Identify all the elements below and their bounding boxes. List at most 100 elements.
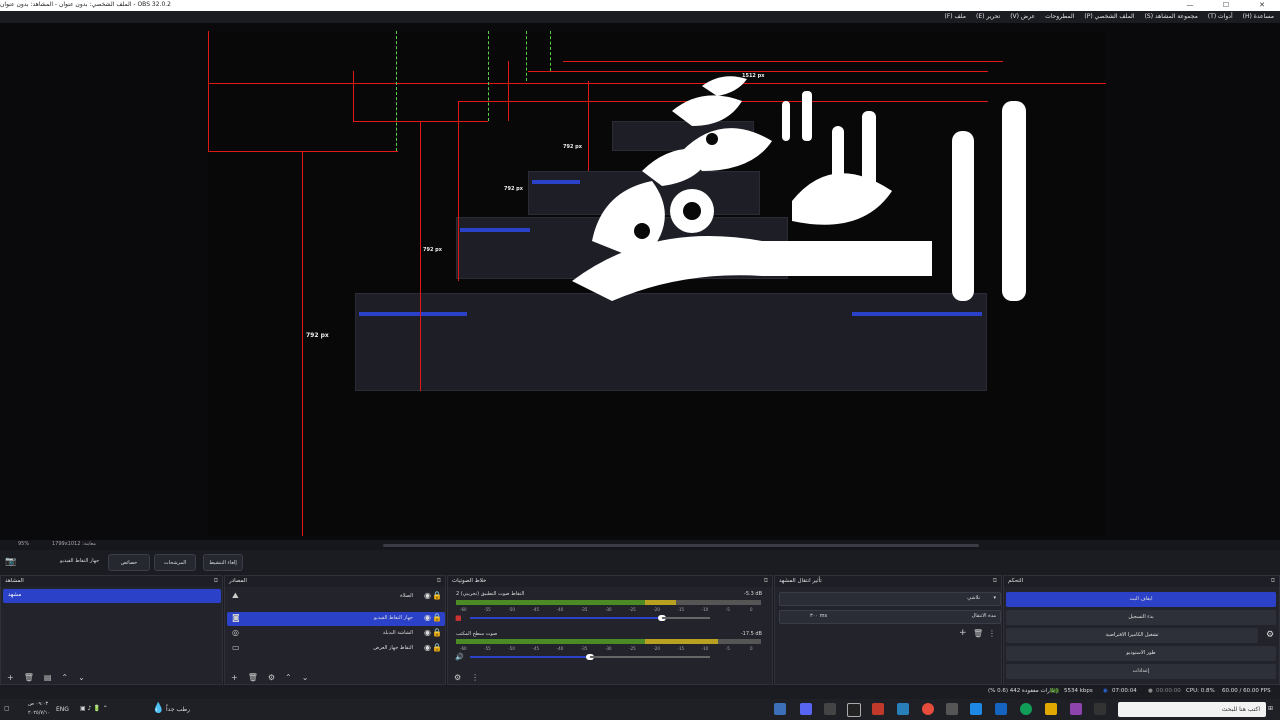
add-icon[interactable]: + [959, 628, 967, 638]
more-options-icon[interactable]: ⋮ [988, 629, 996, 638]
app-icon[interactable] [970, 703, 982, 715]
visibility-eye-icon[interactable]: ◉ [424, 628, 431, 637]
menu-scene-collection[interactable]: مجموعة المشاهد (S) [1145, 13, 1198, 20]
visibility-eye-icon[interactable]: ◉ [424, 613, 431, 622]
preview-resolution: 1799x1012 :معاينة [52, 541, 96, 547]
menu-file[interactable]: ملف (F) [945, 13, 966, 20]
app-icon[interactable] [872, 703, 884, 715]
menu-tools[interactable]: أدوات (T) [1208, 13, 1233, 20]
add-icon[interactable]: + [231, 673, 238, 682]
properties-button[interactable]: خصائص [108, 554, 150, 571]
gear-icon[interactable]: ⚙ [268, 673, 275, 682]
scene-item[interactable]: مشهد [3, 589, 221, 603]
meter-yellow-segment [645, 600, 676, 605]
tray-icons[interactable]: ▣ ♪ 🔋 ⌃ [80, 705, 108, 712]
dock-options-icon[interactable]: ⧉ [214, 577, 218, 585]
deactivate-button[interactable]: إلغاء التنشيط [203, 554, 243, 571]
obs-icon[interactable] [847, 703, 861, 717]
lock-icon[interactable]: 🔒 [432, 613, 442, 622]
muted-speaker-icon[interactable]: ■ [455, 614, 462, 622]
steam-icon[interactable] [774, 703, 786, 715]
chrome-icon[interactable] [922, 703, 934, 715]
move-down-icon[interactable]: ⌄ [78, 673, 85, 682]
filter-icon[interactable]: ▤ [44, 673, 52, 682]
preview-area[interactable]: 1512 px 792 px 792 px 792 px 792 px [0, 23, 1280, 540]
speaker-icon[interactable]: 🔊 [455, 653, 464, 661]
trash-icon[interactable]: 🗑 [973, 629, 983, 638]
zoom-level[interactable]: 95% [18, 541, 29, 547]
meter-tick-label: -60 [460, 646, 467, 651]
app-icon[interactable] [824, 703, 836, 715]
taskbar-search-input[interactable]: اكتب هنا للبحث [1118, 702, 1266, 717]
source-item[interactable]: ◎ الشاشة البديلة ◉ 🔒 [227, 627, 445, 641]
app-icon[interactable] [1070, 703, 1082, 715]
source-item[interactable]: ▭ التقاط جهاز العرض ◉ 🔒 [227, 642, 445, 656]
audio-mixer-dock: خلاط الصوتيات ⧉ التقاط صوت التطبيق (تجريب… [447, 575, 773, 685]
start-virtual-camera-button[interactable]: تشغيل الكاميرا الافتراضية [1006, 628, 1258, 643]
trash-icon[interactable]: 🗑 [248, 673, 258, 682]
transition-select[interactable]: تلاشي ▾ [779, 592, 1001, 606]
weather-icon: 💧 [152, 703, 165, 714]
gear-icon[interactable]: ⚙ [454, 673, 461, 682]
app-icon[interactable] [897, 703, 909, 715]
record-status-icon: ● [1148, 688, 1153, 694]
app-icon[interactable] [995, 703, 1007, 715]
dock-options-icon[interactable]: ⧉ [1271, 577, 1275, 585]
lock-icon[interactable]: 🔒 [432, 643, 442, 652]
source-item[interactable]: ⛰ الصلاة ◉ 🔒 [227, 590, 445, 604]
visibility-eye-icon[interactable]: ◉ [424, 643, 431, 652]
menu-bar: ملف (F) تحرير (E) عرض (V) المطروحات المل… [0, 11, 1280, 23]
language-indicator[interactable]: ENG [56, 706, 69, 713]
file-explorer-icon[interactable] [1045, 703, 1057, 715]
dock-options-icon[interactable]: ⧉ [437, 577, 441, 585]
menu-docks[interactable]: المطروحات [1045, 13, 1074, 20]
settings-button[interactable]: إعدادات [1006, 664, 1276, 679]
menu-help[interactable]: مساعدة (H) [1243, 13, 1274, 20]
start-recording-button[interactable]: بدء التسجيل [1006, 610, 1276, 625]
preview-horizontal-scrollbar[interactable] [383, 544, 979, 547]
filters-button[interactable]: المرشحات [154, 554, 196, 571]
windows-start-icon[interactable]: ⊞ [1268, 705, 1273, 712]
visibility-eye-icon[interactable]: ◉ [424, 591, 431, 600]
notification-icon[interactable]: ▢ [4, 705, 10, 712]
meter-ticks: -60 -55 -50 -45 -40 -35 -30 -25 -20 -15 -10 -5 0 [460, 646, 760, 652]
chevron-down-icon: ▾ [993, 595, 996, 601]
move-up-icon[interactable]: ⌃ [285, 673, 292, 682]
more-options-icon[interactable]: ⋮ [471, 673, 479, 682]
volume-slider[interactable] [470, 615, 710, 621]
maximize-button[interactable]: ☐ [1208, 0, 1244, 11]
minimize-button[interactable]: — [1172, 0, 1208, 11]
meter-tick-label: -15 [677, 607, 685, 612]
meter-tick-label: -30 [605, 607, 612, 612]
move-down-icon[interactable]: ⌄ [302, 673, 309, 682]
menu-view[interactable]: عرض (V) [1010, 13, 1035, 20]
lock-icon[interactable]: 🔒 [432, 628, 442, 637]
dock-options-icon[interactable]: ⧉ [764, 577, 768, 585]
stop-streaming-button[interactable]: ايقاف البث [1006, 592, 1276, 607]
gear-icon[interactable]: ⚙ [1266, 630, 1274, 640]
volume-meter [456, 600, 761, 605]
lock-icon[interactable]: 🔒 [432, 591, 442, 600]
preview-canvas[interactable]: 1512 px 792 px 792 px 792 px 792 px [208, 31, 1106, 536]
close-button[interactable]: ✕ [1244, 0, 1280, 11]
studio-mode-button[interactable]: طور الاستوديو [1006, 646, 1276, 661]
meter-tick-label: -20 [653, 607, 660, 612]
add-icon[interactable]: + [7, 673, 14, 682]
discord-icon[interactable] [800, 703, 812, 715]
trash-icon[interactable]: 🗑 [24, 673, 34, 682]
menu-edit[interactable]: تحرير (E) [976, 13, 1000, 20]
meter-tick-label: -40 [556, 646, 564, 651]
edge-icon[interactable] [1020, 703, 1032, 715]
task-view-icon[interactable] [1094, 703, 1106, 715]
volume-slider[interactable] [470, 654, 710, 660]
camera-icon: 📷 [5, 557, 17, 567]
move-up-icon[interactable]: ⌃ [61, 673, 68, 682]
transition-duration-field[interactable]: ٣٠٠ ms مدة الانتقال [779, 610, 1001, 624]
source-item[interactable]: ◙ جهاز التقاط الفيديو ◉ 🔒 [227, 612, 445, 626]
meter-tick-label: -50 [508, 646, 515, 651]
mixer-channel-db: -5.3 dB [744, 591, 762, 597]
preview-zoom-row: 95% 1799x1012 :معاينة [0, 540, 1280, 550]
dock-options-icon[interactable]: ⧉ [993, 577, 997, 585]
settings-icon[interactable] [946, 703, 958, 715]
menu-profile[interactable]: الملف الشخصي (P) [1084, 13, 1134, 20]
